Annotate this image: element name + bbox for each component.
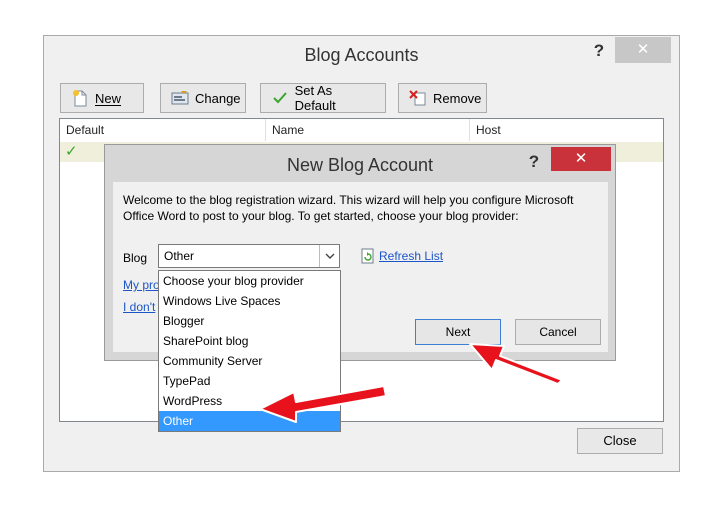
help-button[interactable]: ? <box>520 150 548 174</box>
checkmark-icon <box>271 89 289 107</box>
new-button[interactable]: New <box>60 83 144 113</box>
change-settings-icon <box>171 89 189 107</box>
remove-icon <box>409 89 427 107</box>
remove-button[interactable]: Remove <box>398 83 487 113</box>
my-provider-link[interactable]: My pro <box>123 277 163 293</box>
column-header-default[interactable]: Default <box>60 119 266 141</box>
close-window-button[interactable]: ✕ <box>615 37 671 63</box>
help-button[interactable]: ? <box>585 39 613 63</box>
close-button[interactable]: Close <box>577 428 663 454</box>
dropdown-option[interactable]: Blogger <box>159 311 340 331</box>
blog-label: Blog <box>123 251 148 265</box>
dropdown-option-selected[interactable]: Other <box>159 411 340 431</box>
set-as-default-label: Set As Default <box>294 83 336 113</box>
intro-text: Welcome to the blog registration wizard.… <box>123 193 574 223</box>
dropdown-option[interactable]: WordPress <box>159 391 340 411</box>
close-icon: ✕ <box>574 150 588 167</box>
dropdown-option[interactable]: TypePad <box>159 371 340 391</box>
column-header-name[interactable]: Name <box>266 119 470 141</box>
dropdown-option[interactable]: Choose your blog provider <box>159 271 340 291</box>
i-dont-have-blog-link[interactable]: I don't <box>123 299 163 315</box>
selected-provider: Other <box>164 249 195 263</box>
dropdown-option[interactable]: Community Server <box>159 351 340 371</box>
dropdown-option[interactable]: SharePoint blog <box>159 331 340 351</box>
next-button[interactable]: Next <box>415 319 501 345</box>
chevron-down-icon[interactable] <box>319 245 339 267</box>
new-label: New <box>95 90 122 106</box>
dropdown-option[interactable]: Windows Live Spaces <box>159 291 340 311</box>
blog-provider-select[interactable]: Other <box>158 244 340 268</box>
change-label: Change <box>195 90 241 106</box>
cancel-button[interactable]: Cancel <box>515 319 601 345</box>
close-window-button[interactable]: ✕ <box>551 147 611 171</box>
column-header-host[interactable]: Host <box>470 119 663 141</box>
refresh-icon[interactable] <box>361 248 375 264</box>
default-check-icon: ✓ <box>65 143 78 160</box>
refresh-list-link[interactable]: Refresh List <box>379 248 443 264</box>
new-document-icon <box>71 89 89 107</box>
close-icon: ✕ <box>636 41 650 58</box>
set-as-default-button[interactable]: Set As Default <box>260 83 386 113</box>
blog-provider-dropdown: Choose your blog provider Windows Live S… <box>158 270 341 432</box>
change-button[interactable]: Change <box>160 83 246 113</box>
dialog-title: Blog Accounts <box>304 45 419 65</box>
remove-label: Remove <box>433 90 482 106</box>
